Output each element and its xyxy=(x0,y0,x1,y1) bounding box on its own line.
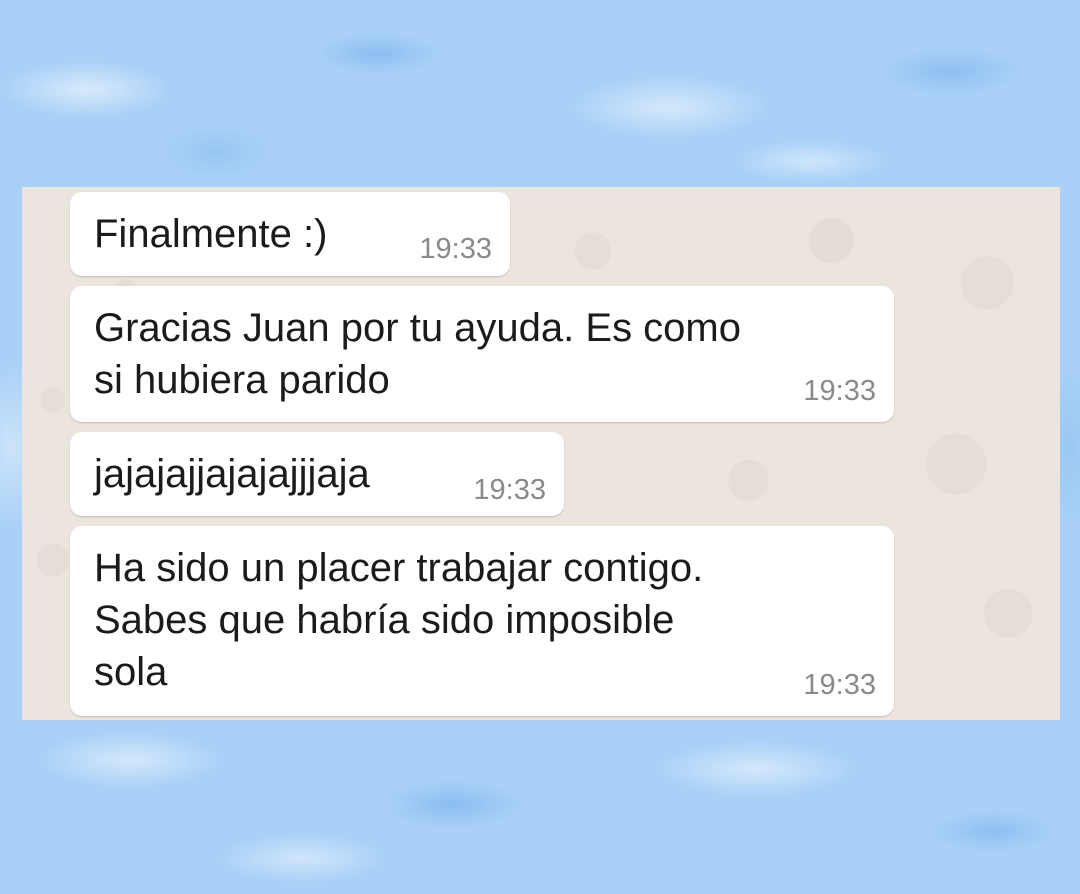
message-bubble[interactable]: Finalmente :) 19:33 xyxy=(70,192,510,276)
message-text: Gracias Juan por tu ayuda. Es como si hu… xyxy=(94,306,741,402)
message-text: jajajajjajajajjjaja xyxy=(94,452,370,496)
message-timestamp: 19:33 xyxy=(473,474,546,506)
message-bubble[interactable]: Gracias Juan por tu ayuda. Es como si hu… xyxy=(70,286,894,422)
message-text: Ha sido un placer trabajar contigo. Sabe… xyxy=(94,546,704,694)
chat-panel: Finalmente :) 19:33 Gracias Juan por tu … xyxy=(22,187,1060,720)
message-text: Finalmente :) xyxy=(94,212,328,256)
message-timestamp: 19:33 xyxy=(419,233,492,265)
message-timestamp: 19:33 xyxy=(803,669,876,701)
message-bubble[interactable]: Ha sido un placer trabajar contigo. Sabe… xyxy=(70,526,894,716)
message-timestamp: 19:33 xyxy=(803,375,876,407)
message-bubble[interactable]: jajajajjajajajjjaja 19:33 xyxy=(70,432,564,516)
